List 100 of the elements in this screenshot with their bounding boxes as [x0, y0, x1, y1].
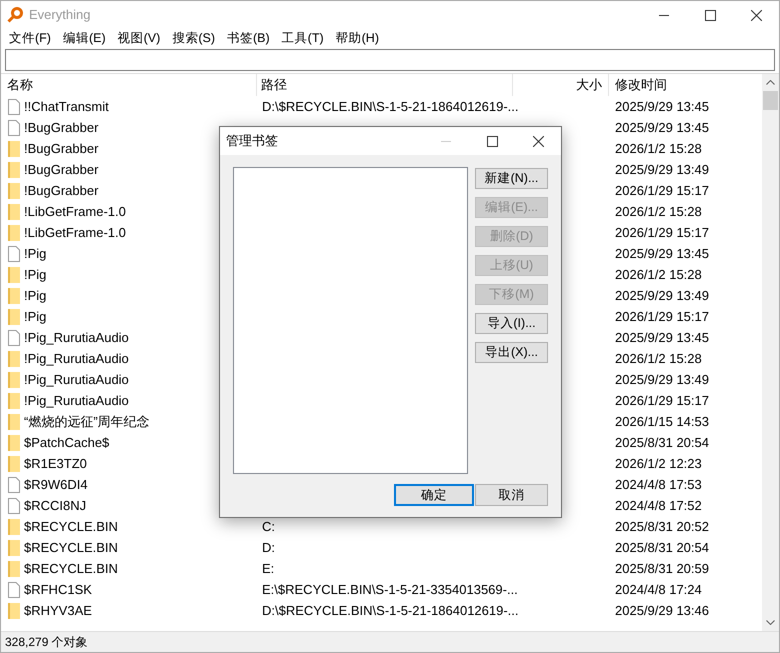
file-name: !BugGrabber — [24, 160, 98, 179]
modified-time: 2026/1/2 15:28 — [615, 266, 702, 282]
folder-icon — [8, 266, 20, 282]
modified-time: 2025/9/29 13:49 — [615, 288, 709, 303]
file-name: $RECYCLE.BIN — [24, 560, 118, 578]
folder-icon — [8, 182, 20, 198]
modified-time: 2025/8/31 20:59 — [615, 560, 709, 576]
folder-icon — [8, 224, 20, 240]
file-name: !BugGrabber — [24, 140, 98, 158]
folder-icon — [8, 140, 20, 156]
file-name: !LibGetFrame-1.0 — [24, 202, 126, 221]
menu-item[interactable]: 视图(V) — [112, 28, 166, 48]
file-path: D:\$RECYCLE.BIN\S-1-5-21-1864012619-... — [262, 98, 519, 114]
modified-time: 2024/4/8 17:52 — [615, 498, 702, 513]
file-name: !Pig_RurutiaAudio — [24, 370, 129, 389]
close-icon[interactable] — [750, 10, 762, 20]
file-path: C: — [262, 518, 275, 534]
modified-time: 2024/4/8 17:53 — [615, 476, 702, 492]
maximize-icon[interactable] — [486, 136, 498, 146]
menu-item[interactable]: 书签(B) — [220, 28, 276, 48]
status-text: 328,279 个对象 — [5, 634, 88, 651]
menu-item[interactable]: 工具(T) — [276, 28, 330, 48]
file-path: D:\$RECYCLE.BIN\S-1-5-21-1864012619-... — [262, 602, 519, 618]
scroll-thumb[interactable] — [763, 91, 778, 110]
file-icon — [8, 476, 20, 492]
dialog-title: 管理书签 — [225, 132, 278, 150]
maximize-icon[interactable] — [704, 10, 716, 20]
file-name: $RHYV3AE — [24, 602, 92, 620]
folder-icon — [8, 414, 20, 430]
folder-icon — [8, 602, 20, 618]
folder-icon — [8, 456, 20, 472]
magnifier-icon — [7, 7, 23, 23]
file-name: !Pig — [24, 308, 46, 326]
file-path: E:\$RECYCLE.BIN\S-1-5-21-3354013569-... — [262, 582, 518, 597]
modified-time: 2025/8/31 20:54 — [615, 434, 709, 450]
menu-item[interactable]: 编辑(E) — [56, 28, 112, 48]
file-icon — [8, 330, 20, 346]
file-icon — [8, 98, 20, 114]
modified-time: 2026/1/2 15:28 — [615, 140, 702, 156]
folder-icon — [8, 372, 20, 388]
modified-time: 2025/9/29 13:45 — [615, 330, 709, 345]
modified-time: 2026/1/29 15:17 — [615, 308, 709, 324]
file-name: $R9W6DI4 — [24, 476, 88, 494]
file-icon — [8, 582, 20, 598]
file-name: !Pig_RurutiaAudio — [24, 392, 129, 410]
folder-icon — [8, 350, 20, 366]
close-icon[interactable] — [532, 136, 544, 146]
search-field[interactable] — [5, 49, 775, 71]
menu-item[interactable]: 搜索(S) — [166, 28, 221, 48]
modified-time: 2025/9/29 13:46 — [615, 602, 709, 618]
modified-time: 2025/8/31 20:54 — [615, 540, 709, 555]
column-header[interactable]: 修改时间 — [609, 74, 762, 96]
dialog-button[interactable]: 导出(X)... — [475, 342, 548, 363]
file-name: $RCCI8NJ — [24, 496, 86, 515]
file-name: !Pig — [24, 266, 46, 284]
menu-item[interactable]: 帮助(H) — [330, 28, 385, 48]
folder-icon — [8, 288, 20, 304]
modified-time: 2025/8/31 20:52 — [615, 518, 709, 534]
folder-icon — [8, 434, 20, 450]
modified-time: 2026/1/15 14:53 — [615, 414, 709, 429]
file-name: $RECYCLE.BIN — [24, 538, 118, 557]
file-name: !Pig — [24, 244, 46, 263]
file-name: !BugGrabber — [24, 118, 98, 137]
modified-time: 2026/1/29 15:17 — [615, 182, 709, 198]
file-name: $R1E3TZ0 — [24, 454, 87, 473]
file-name: $RFHC1SK — [24, 580, 92, 599]
menu-item[interactable]: 文件(F) — [3, 28, 57, 48]
modified-time: 2026/1/29 15:17 — [615, 392, 709, 408]
column-header[interactable]: 名称 — [1, 74, 257, 96]
file-icon — [8, 120, 20, 136]
scrollbar[interactable] — [762, 74, 779, 631]
file-icon — [8, 498, 20, 514]
file-name: !BugGrabber — [24, 182, 98, 200]
folder-icon — [8, 308, 20, 324]
modified-time: 2025/9/29 13:49 — [615, 162, 709, 177]
file-name: !Pig_RurutiaAudio — [24, 328, 129, 347]
window-title: Everything — [29, 6, 90, 24]
file-name: $PatchCache$ — [24, 434, 110, 452]
modified-time: 2025/9/29 13:45 — [615, 246, 709, 261]
modified-time: 2025/9/29 13:45 — [615, 120, 709, 135]
folder-icon — [8, 162, 20, 178]
file-name: “燃烧的远征”周年纪念 — [24, 412, 150, 431]
scroll-up-icon[interactable] — [766, 80, 775, 85]
column-header[interactable]: 大小 — [513, 74, 609, 96]
file-name: !Pig_RurutiaAudio — [24, 350, 129, 368]
dialog-button[interactable]: 确定 — [394, 484, 474, 506]
file-name: !Pig — [24, 286, 46, 305]
modified-time: 2025/9/29 13:49 — [615, 372, 709, 387]
minimize-icon[interactable] — [659, 14, 669, 16]
scroll-down-icon[interactable] — [766, 620, 775, 625]
file-name: !LibGetFrame-1.0 — [24, 224, 126, 242]
dialog-button[interactable]: 新建(N)... — [475, 168, 548, 189]
folder-icon — [8, 560, 20, 576]
modified-time: 2026/1/2 15:28 — [615, 204, 702, 219]
dialog-button[interactable]: 导入(I)... — [475, 313, 548, 334]
file-name: $RECYCLE.BIN — [24, 518, 118, 536]
modified-time: 2026/1/2 12:23 — [615, 456, 702, 471]
column-header[interactable]: 路径 — [257, 74, 513, 96]
file-icon — [8, 246, 20, 262]
dialog-button[interactable]: 取消 — [475, 484, 548, 506]
